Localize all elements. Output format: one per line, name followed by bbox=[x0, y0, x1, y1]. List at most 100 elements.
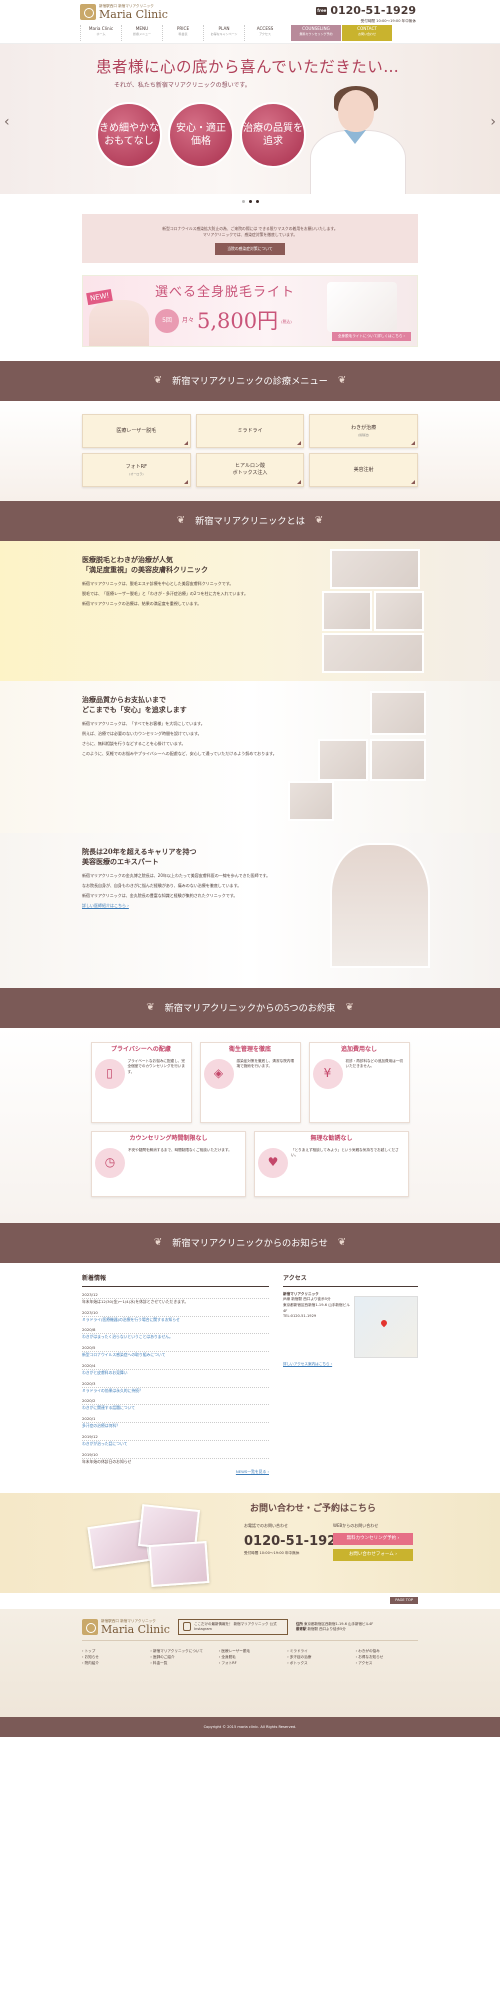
news-item[interactable]: 2020/5 新型コロナウイルス感染症への取り組みについて bbox=[82, 1345, 269, 1358]
slider-dot[interactable] bbox=[248, 199, 252, 203]
nav-item-home[interactable]: Maria Clinic ホーム bbox=[80, 25, 121, 41]
doctor-profile-link[interactable]: 詳しい医師紹介はこちら › bbox=[82, 903, 129, 908]
footer-logo[interactable]: 新宿駅西口 新宿マリアクリニック Maria Clinic bbox=[82, 1619, 170, 1635]
footer-link[interactable]: 新宿マリアクリニックについて bbox=[150, 1649, 212, 1654]
news-item[interactable]: 2019/12 わきがが治った話について bbox=[82, 1434, 269, 1447]
slider-dot[interactable] bbox=[241, 199, 245, 203]
banner-price: 5回 月々 5,800円 (税込) bbox=[155, 306, 292, 336]
footer-link[interactable]: お知らせ bbox=[82, 1655, 144, 1660]
banner-title: 選べる全身脱毛ライト bbox=[155, 285, 296, 301]
nav-item-plan[interactable]: PLAN お得なキャンペーン bbox=[203, 25, 244, 41]
free-dial-icon: free bbox=[316, 6, 328, 15]
promise-text: プライベートなお悩みに配慮し、完全個室でのカウンセリングを行います。 bbox=[127, 1058, 186, 1074]
about-text: 新宿マリアクリニックは、脱毛エステ診療を中心とした美容皮膚科クリニックです。 bbox=[82, 580, 234, 586]
about-heading: 治療品質からお支払いまで どこまでも「安心」を追求します bbox=[82, 695, 187, 714]
news-item[interactable]: 2020/3 ミラドライの効果は永久的に持続？ bbox=[82, 1381, 269, 1394]
header-tel-number[interactable]: 0120-51-1929 bbox=[330, 3, 416, 19]
menu-item-miradry[interactable]: ミラドライ bbox=[195, 414, 305, 449]
cta-tel-number[interactable]: 0120-51-1929 bbox=[244, 1533, 345, 1552]
about-photo bbox=[322, 591, 372, 632]
news-item[interactable]: 2023/10 ミラドライ(医療機器)の治療を行う場合に関するお知らせ bbox=[82, 1310, 269, 1323]
banner-price-value: 5,800円 bbox=[197, 309, 279, 334]
slider-prev-icon[interactable]: ‹ bbox=[4, 112, 10, 132]
about-text: このように、気軽でのお悩みやプライバシーへの配慮など、安心して通っていただけるよ… bbox=[82, 751, 277, 757]
cta-hours: 受付時間 10:00～19:00 年中無休 bbox=[244, 1550, 300, 1555]
footer-link[interactable]: 医療レーザー脱毛 bbox=[219, 1649, 281, 1654]
about-heading: 医療脱毛とわきが治療が人気 「満足度重視」の美容皮膚科クリニック bbox=[82, 555, 208, 574]
nav-item-price[interactable]: PRICE 料金表 bbox=[162, 25, 203, 41]
about-section-title: ❦ 新宿マリアクリニックとは ❦ bbox=[0, 501, 500, 542]
contact-button[interactable]: CONTACT お問い合わせ bbox=[342, 25, 392, 41]
news-section-title: ❦ 新宿マリアクリニックからのお知らせ ❦ bbox=[0, 1223, 500, 1264]
yen-icon: ¥ bbox=[312, 1058, 343, 1089]
footer-links: トップ 新宿マリアクリニックについて 医療レーザー脱毛 ミラドライ わきがの悩み… bbox=[82, 1649, 418, 1667]
site-logo[interactable]: 新宿駅西口 新宿マリアクリニック Maria Clinic bbox=[80, 4, 168, 20]
layers-icon: ◈ bbox=[203, 1058, 234, 1089]
ornament-icon: ❦ bbox=[176, 514, 186, 526]
menu-section-title: ❦ 新宿マリアクリニックの診療メニュー ❦ bbox=[0, 361, 500, 402]
hero-circle-hospitality: きめ細やかな おもてなし bbox=[96, 102, 162, 168]
menu-item-laser[interactable]: 医療レーザー脱毛 bbox=[82, 414, 191, 449]
door-icon: ▯ bbox=[94, 1058, 125, 1089]
access-box: アクセス 新宿マリアクリニック JR線 新宿駅 西口より徒歩5分 東京都新宿区西… bbox=[283, 1275, 418, 1475]
counseling-button[interactable]: COUNSELING 無料カウンセリング予約 bbox=[291, 25, 341, 41]
about-heading: 院長は20年を超えるキャリアを持つ 美容医療のエキスパート bbox=[82, 847, 197, 866]
footer-link[interactable]: 院内紹介 bbox=[82, 1661, 144, 1666]
menu-item-wakiga[interactable]: わきが治療 (剪除法) bbox=[309, 414, 418, 449]
news-item[interactable]: 2020/2 わきがに関連する話題について bbox=[82, 1398, 269, 1411]
contact-cta: お問い合わせ・ご予約はこちら お電話でのお問い合わせ WEBからのお問い合わせ … bbox=[0, 1492, 500, 1593]
news-item[interactable]: 2020/8 わきがはまったく治らないということはありません。 bbox=[82, 1327, 269, 1340]
footer-link[interactable]: アクセス bbox=[356, 1661, 418, 1666]
news-section: 新着情報 2023/12 年末年始は12/30(金)～1/4(水)を休診とさせてい… bbox=[0, 1263, 500, 1493]
about-block: 院長は20年を超えるキャリアを持つ 美容医療のエキスパート 新宿マリアクリニック… bbox=[0, 833, 500, 989]
slider-dot[interactable] bbox=[255, 199, 259, 203]
nav-item-access[interactable]: ACCESS アクセス bbox=[244, 25, 285, 41]
footer-link[interactable]: ボトックス bbox=[287, 1661, 349, 1666]
about-photo bbox=[374, 591, 424, 632]
banner-count-badge: 5回 bbox=[155, 309, 179, 334]
cta-counseling-button[interactable]: 無料カウンセリング予約 › bbox=[333, 1532, 413, 1545]
footer-link[interactable]: 全身脱毛 bbox=[219, 1655, 281, 1660]
menu-item-photorf[interactable]: フォトRF (オーロラ) bbox=[82, 453, 191, 488]
news-item[interactable]: 2020/1 多汗症の治療は何科？ bbox=[82, 1416, 269, 1429]
footer-link[interactable]: 多汗症の治療 bbox=[287, 1655, 349, 1660]
logo-main: Maria Clinic bbox=[99, 8, 168, 22]
infection-control-button[interactable]: 当院の感染症対策について bbox=[215, 243, 285, 256]
menu-item-hyaluronic[interactable]: ヒアルロン酸 ボトックス注入 bbox=[195, 453, 305, 488]
promise-title: カウンセリング時間制限なし bbox=[129, 1135, 208, 1143]
footer-link[interactable]: ミラドライ bbox=[287, 1649, 349, 1654]
instagram-banner[interactable]: ここだけの最新情報を！ 新宿マリアクリニック 公式Instagram bbox=[177, 1618, 288, 1636]
pagetop-button[interactable]: PAGE TOP bbox=[390, 1596, 418, 1605]
doctor-photo bbox=[330, 843, 430, 969]
access-detail-link[interactable]: 詳しいアクセス案内はこちら › bbox=[283, 1362, 332, 1366]
footer-link[interactable]: 料金一覧 bbox=[150, 1661, 212, 1666]
footer-link[interactable]: わきがの悩み bbox=[356, 1649, 418, 1654]
slider-next-icon[interactable]: › bbox=[490, 112, 496, 132]
campaign-banner[interactable]: NEW! 選べる全身脱毛ライト 5回 月々 5,800円 (税込) 全身脱毛ライ… bbox=[82, 275, 418, 348]
pagetop-bar: PAGE TOP bbox=[0, 1593, 500, 1609]
banner-more-button[interactable]: 全身脱毛ライトについて詳しくはこちら › bbox=[331, 331, 411, 342]
news-item[interactable]: 2023/12 年末年始は12/30(金)～1/4(水)を休診とさせていただきます… bbox=[82, 1292, 269, 1305]
header-tel: free 0120-51-1929 受付時間 10:00～19:00 年中無休 bbox=[316, 3, 416, 24]
ornament-icon: ❦ bbox=[153, 374, 163, 386]
promise-title: 追加費用なし bbox=[340, 1046, 377, 1054]
promise-card: 衛生管理を徹底 ◈ 感染症対策を徹底し、清潔な院内環境で施術を行います。 bbox=[199, 1042, 301, 1124]
cta-contact-button[interactable]: お問い合わせフォーム › bbox=[333, 1548, 413, 1561]
access-heading: アクセス bbox=[283, 1275, 418, 1287]
news-list-link[interactable]: NEWS一覧を見る › bbox=[236, 1469, 269, 1474]
footer-link[interactable]: お得なお知らせ bbox=[356, 1655, 418, 1660]
banner-month: 月々 bbox=[182, 317, 195, 325]
menu-item-injection[interactable]: 美容注射 bbox=[309, 453, 418, 488]
nav-item-menu[interactable]: MENU 診療メニュー bbox=[121, 25, 162, 41]
news-item[interactable]: 2020/4 わきがと皮膚科のお見舞い bbox=[82, 1363, 269, 1376]
menu-section: 医療レーザー脱毛 ミラドライ わきが治療 (剪除法) フォトRF (オーロラ) ヒア… bbox=[0, 401, 500, 502]
about-text: 新宿マリアクリニックは、金丸院長の豊富な知識と経験が集約されたクリニックです。 bbox=[82, 893, 238, 899]
footer-link[interactable]: 医師のご紹介 bbox=[150, 1655, 212, 1660]
hero-nurse-image bbox=[300, 86, 420, 194]
promise-title: プライバシーへの配慮 bbox=[111, 1046, 171, 1054]
logo-emblem-icon bbox=[80, 4, 96, 21]
news-item[interactable]: 2019/10 年末年始の休診日のお知らせ bbox=[82, 1452, 269, 1465]
access-map[interactable] bbox=[354, 1295, 418, 1358]
footer-link[interactable]: トップ bbox=[82, 1649, 144, 1654]
footer-link[interactable]: フォトRF bbox=[219, 1661, 281, 1666]
